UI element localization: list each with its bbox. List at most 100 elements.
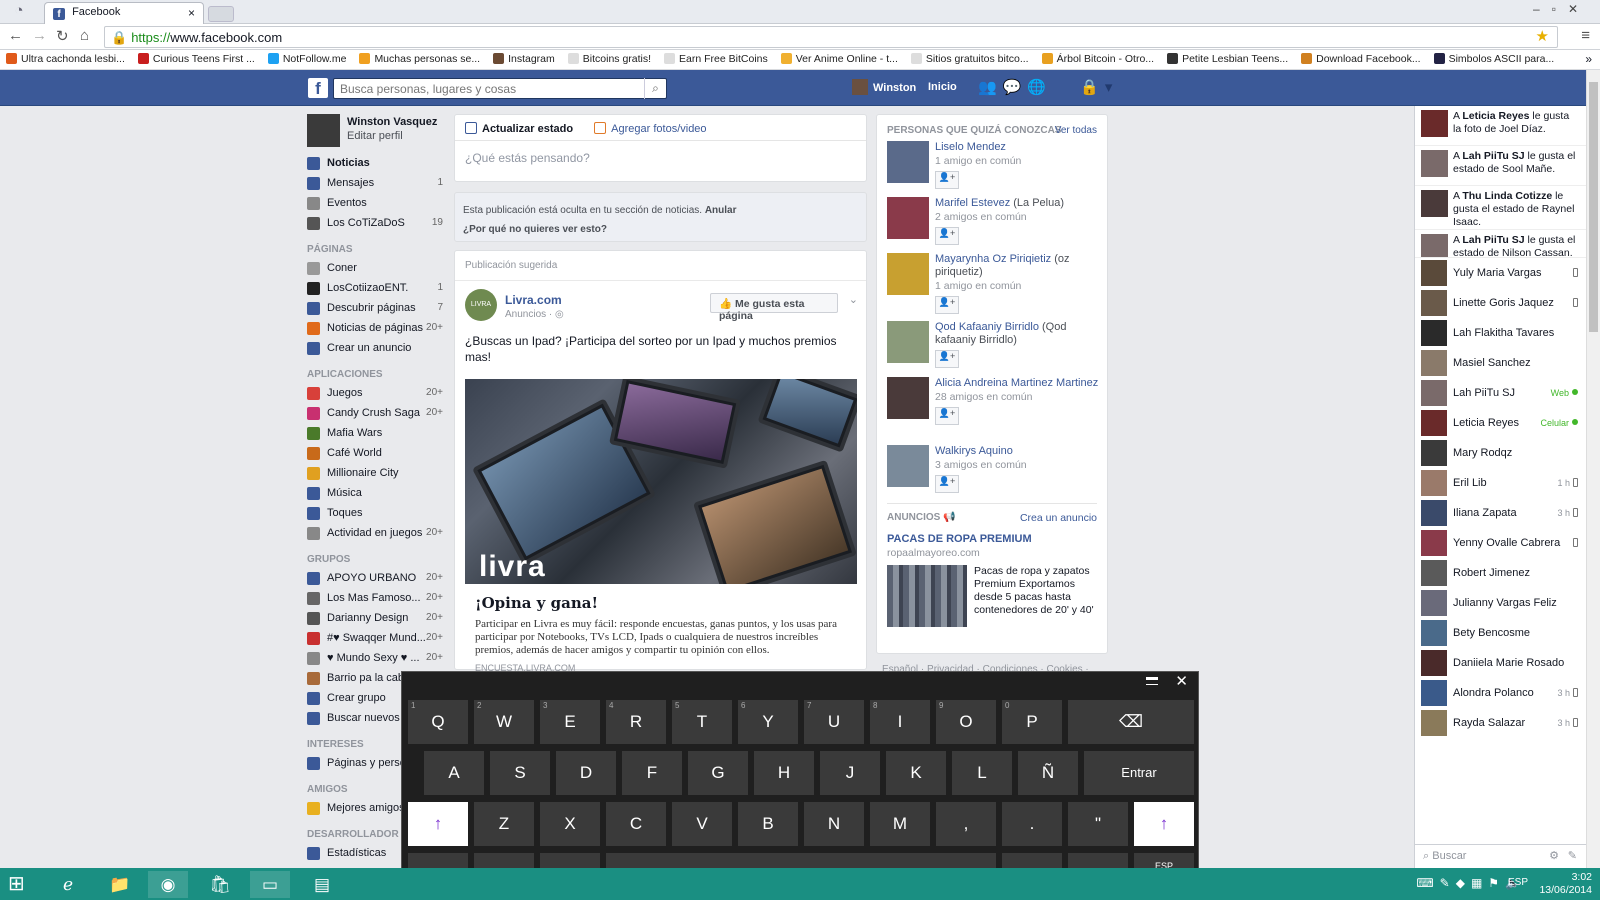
sidebar-page-item[interactable]: Coner <box>307 259 443 279</box>
pymk-name[interactable]: Liselo Mendez <box>935 141 1006 153</box>
bookmark-item[interactable]: NotFollow.me <box>262 50 354 65</box>
reload-icon[interactable]: ↻ <box>56 27 69 45</box>
app-tray-icon[interactable]: ◆ <box>1456 876 1471 890</box>
chat-contact[interactable]: Iliana Zapata 3 h <box>1415 498 1586 528</box>
sidebar-app-item[interactable]: Música <box>307 484 443 504</box>
add-friend-button[interactable]: 👤+ <box>935 296 959 314</box>
sidebar-page-item[interactable]: Crear un anuncio <box>307 339 443 359</box>
search-icon[interactable]: ⌕ <box>644 78 666 99</box>
bookmark-item[interactable]: Sitios gratuitos bitco... <box>905 50 1036 65</box>
page-scrollbar[interactable] <box>1586 70 1600 868</box>
ad-title[interactable]: PACAS DE ROPA PREMIUM <box>877 523 1107 545</box>
ticker-item[interactable]: A Lah PiiTu SJ le gusta el estado de Soo… <box>1415 146 1586 186</box>
bookmark-item[interactable]: Árbol Bitcoin - Otro... <box>1036 50 1161 65</box>
dock-keyboard-icon[interactable] <box>1146 677 1158 685</box>
sidebar-page-item[interactable]: Descubrir páginas 7 <box>307 299 443 319</box>
key-8[interactable]: L <box>952 751 1012 795</box>
header-home-link[interactable]: Inicio <box>928 81 957 93</box>
browser-tab-facebook[interactable]: f Facebook × <box>44 2 204 24</box>
key-r3-0[interactable]: Z <box>474 802 534 846</box>
add-friend-button[interactable]: 👤+ <box>935 171 959 189</box>
sidebar-group-item[interactable]: APOYO URBANO 20+ <box>307 569 443 589</box>
network-icon[interactable]: ▦ <box>1471 876 1488 890</box>
chat-contact[interactable]: Mary Rodqz <box>1415 438 1586 468</box>
profile-name[interactable]: Winston Vasquez <box>347 116 437 128</box>
new-tab-button[interactable] <box>208 6 234 22</box>
system-clock[interactable]: 3:02 13/06/2014 <box>1539 871 1592 897</box>
key-7[interactable]: K <box>886 751 946 795</box>
chat-contact[interactable]: Lah PiiTu SJ Web <box>1415 378 1586 408</box>
sidebar-app-item[interactable]: Actividad en juegos 20+ <box>307 524 443 544</box>
command-prompt-icon[interactable]: ▭ <box>250 871 290 898</box>
chat-contact[interactable]: Daniiela Marie Rosado <box>1415 648 1586 678</box>
pen-icon[interactable]: ✎ <box>1440 876 1456 890</box>
sidebar-app-item[interactable]: Candy Crush Saga 20+ <box>307 404 443 424</box>
sidebar-page-item[interactable]: Noticias de páginas 20+ <box>307 319 443 339</box>
key-i[interactable]: 8I <box>870 700 930 744</box>
windows-start-icon[interactable]: ⊞ <box>8 872 32 896</box>
key-r3-3[interactable]: V <box>672 802 732 846</box>
add-friend-button[interactable]: 👤+ <box>935 227 959 245</box>
friend-requests-icon[interactable]: 👥 <box>978 79 1003 96</box>
flag-icon[interactable]: ⚑ <box>1488 876 1505 890</box>
chat-contact[interactable]: Lah Flakitha Tavares <box>1415 318 1586 348</box>
sidebar-app-item[interactable]: Juegos 20+ <box>307 384 443 404</box>
bookmark-star-icon[interactable]: ★ <box>1536 27 1549 45</box>
add-friend-button[interactable]: 👤+ <box>935 407 959 425</box>
see-all-link[interactable]: Ver todas <box>1055 125 1097 136</box>
key-9[interactable]: Ñ <box>1018 751 1078 795</box>
sidebar-group-item[interactable]: Darianny Design 20+ <box>307 609 443 629</box>
composer-input[interactable]: ¿Qué estás pensando? <box>455 141 866 175</box>
chat-contact[interactable]: Eril Lib 1 h <box>1415 468 1586 498</box>
chat-contact[interactable]: Masiel Sanchez <box>1415 348 1586 378</box>
chat-contact[interactable]: Robert Jimenez <box>1415 558 1586 588</box>
store-icon[interactable]: 🛍 <box>200 871 240 898</box>
internet-explorer-icon[interactable]: ℯ <box>48 871 88 898</box>
shift-left-key[interactable]: ↑ <box>408 802 468 846</box>
chat-contact[interactable]: Leticia Reyes Celular <box>1415 408 1586 438</box>
facebook-search-input[interactable]: Busca personas, lugares y cosas ⌕ <box>333 78 667 99</box>
page-name-link[interactable]: Livra.com <box>505 293 562 307</box>
input-language[interactable]: ESP <box>1508 877 1528 888</box>
tab-update-status[interactable]: Actualizar estado <box>465 122 573 135</box>
app-window-icon[interactable]: ▤ <box>302 871 342 898</box>
key-t[interactable]: 5T <box>672 700 732 744</box>
notifications-globe-icon[interactable]: 🌐 <box>1027 79 1052 96</box>
key-2[interactable]: D <box>556 751 616 795</box>
sidebar-app-item[interactable]: Café World <box>307 444 443 464</box>
undo-hide-link[interactable]: Anular <box>705 205 737 216</box>
shift-right-key[interactable]: ↑ <box>1134 802 1194 846</box>
sidebar-app-item[interactable]: Mafia Wars <box>307 424 443 444</box>
bookmark-item[interactable]: Ultra cachonda lesbi... <box>0 50 132 65</box>
create-ad-link[interactable]: Crea un anuncio <box>1020 512 1097 524</box>
file-explorer-icon[interactable]: 📁 <box>100 871 140 898</box>
sidebar-item[interactable]: Mensajes 1 <box>307 174 443 194</box>
key-e[interactable]: 3E <box>540 700 600 744</box>
bookmark-item[interactable]: Earn Free BitCoins <box>658 50 775 65</box>
home-icon[interactable]: ⌂ <box>80 27 89 44</box>
chat-contact[interactable]: Linette Goris Jaquez <box>1415 288 1586 318</box>
bookmark-item[interactable]: Bitcoins gratis! <box>562 50 658 65</box>
more-bookmarks-icon[interactable]: » <box>1585 52 1592 66</box>
key-1[interactable]: S <box>490 751 550 795</box>
bookmark-item[interactable]: Curious Teens First ... <box>132 50 262 65</box>
bookmark-item[interactable]: Simbolos ASCII para... <box>1428 50 1562 65</box>
chat-contact[interactable]: Yuly Maria Vargas <box>1415 258 1586 288</box>
facebook-logo-icon[interactable]: f <box>308 78 328 98</box>
chat-contact[interactable]: Yenny Ovalle Cabrera <box>1415 528 1586 558</box>
key-q[interactable]: 1Q <box>408 700 468 744</box>
sidebar-app-item[interactable]: Toques <box>307 504 443 524</box>
key-o[interactable]: 9O <box>936 700 996 744</box>
settings-chevron-down-icon[interactable]: ▾ <box>1105 79 1119 96</box>
key-p[interactable]: 0P <box>1002 700 1062 744</box>
gear-icon[interactable]: ⚙ <box>1549 849 1559 862</box>
chat-contact[interactable]: Julianny Vargas Feliz <box>1415 588 1586 618</box>
chat-contact[interactable]: Alondra Polanco 3 h <box>1415 678 1586 708</box>
sidebar-item[interactable]: Eventos <box>307 194 443 214</box>
ticker-item[interactable]: A Lah PiiTu SJ le gusta el estado de Nil… <box>1415 230 1586 258</box>
sidebar-page-item[interactable]: LosCotiizaoENT. 1 <box>307 279 443 299</box>
enter-key[interactable]: Entrar <box>1084 751 1194 795</box>
key-r[interactable]: 4R <box>606 700 666 744</box>
avatar[interactable] <box>887 377 929 419</box>
avatar[interactable] <box>887 141 929 183</box>
